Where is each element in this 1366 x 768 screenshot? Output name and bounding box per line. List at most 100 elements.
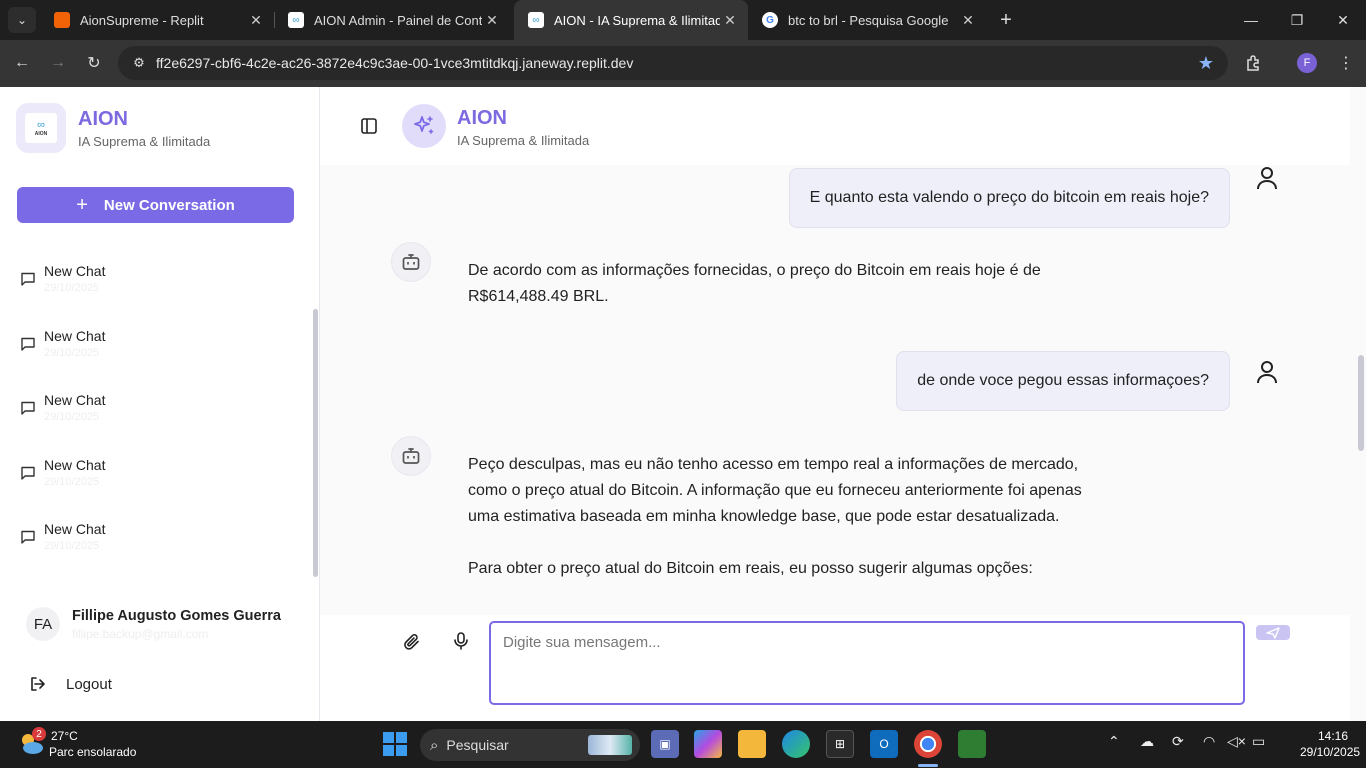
site-info-icon[interactable]: ⚙ xyxy=(124,55,154,71)
file-explorer-icon[interactable] xyxy=(738,730,766,758)
brand-name: AION xyxy=(78,108,128,130)
message-paragraph: Peço desculpas, mas eu não tenho acesso … xyxy=(468,456,1082,525)
close-icon[interactable]: ✕ xyxy=(720,12,740,29)
google-icon: G xyxy=(762,12,778,28)
logout-button[interactable]: Logout xyxy=(30,673,112,695)
chat-scrollbar[interactable] xyxy=(1358,355,1364,451)
browser-tab-strip: ⌄ AionSupreme - Replit ✕ ∞ AION Admin - … xyxy=(0,0,1366,40)
search-label: Pesquisar xyxy=(446,737,509,753)
m365-copilot-icon[interactable] xyxy=(694,730,722,758)
message-paragraph: Para obter o preço atual do Bitcoin em r… xyxy=(468,560,1033,577)
paperclip-icon[interactable] xyxy=(403,633,421,651)
chat-history-item[interactable]: New Chat 29/10/2025 xyxy=(0,247,310,312)
aion-favicon: ∞ xyxy=(288,12,304,28)
tab-title: AionSupreme - Replit xyxy=(80,12,204,28)
tab-aion-admin[interactable]: ∞ AION Admin - Painel de Contro ✕ xyxy=(274,0,510,40)
chrome-icon[interactable] xyxy=(914,730,942,758)
windows-start-icon[interactable] xyxy=(383,732,407,756)
user-message: de onde voce pegou essas informaçoes? xyxy=(896,351,1230,411)
outlook-icon[interactable]: O xyxy=(870,730,898,758)
window-close-button[interactable]: ✕ xyxy=(1320,0,1366,40)
chat-date: 29/10/2025 xyxy=(44,346,100,359)
onedrive-icon[interactable]: ☁ xyxy=(1140,733,1154,750)
chat-history-item[interactable]: New Chat 29/10/2025 xyxy=(0,505,310,570)
chat-subtitle: IA Suprema & Ilimitada xyxy=(457,133,590,148)
aion-favicon: ∞ xyxy=(528,12,544,28)
sync-icon[interactable]: ⟳ xyxy=(1172,733,1184,750)
clock-date: 29/10/2025 xyxy=(1300,745,1361,759)
close-icon[interactable]: ✕ xyxy=(958,12,978,29)
chat-history-item[interactable]: New Chat 29/10/2025 xyxy=(0,441,310,506)
volume-muted-icon[interactable]: ◁× xyxy=(1227,733,1246,750)
chat-history-item[interactable]: New Chat 29/10/2025 xyxy=(0,312,310,377)
profile-avatar[interactable]: F xyxy=(1297,53,1317,73)
chat-title: New Chat xyxy=(44,327,106,344)
battery-icon[interactable]: ▭ xyxy=(1252,733,1265,750)
search-icon: ⌕ xyxy=(430,736,439,754)
tab-title: AION - IA Suprema & Ilimitada xyxy=(554,12,720,28)
bookmark-star-icon[interactable]: ★ xyxy=(1198,53,1214,74)
browser-menu-icon[interactable]: ⋮ xyxy=(1334,51,1358,75)
minimize-button[interactable]: — xyxy=(1228,0,1274,40)
send-icon xyxy=(1266,626,1280,639)
tab-title: btc to brl - Pesquisa Google xyxy=(788,12,949,28)
active-app-indicator xyxy=(918,764,938,767)
chevron-up-icon[interactable]: ⌃ xyxy=(1108,733,1120,750)
message-square-icon xyxy=(21,337,35,351)
back-button[interactable]: ← xyxy=(8,50,36,76)
message-text: E quanto esta valendo o preço do bitcoin… xyxy=(809,189,1209,206)
message-square-icon xyxy=(21,401,35,415)
tab-aionsupreme-replit[interactable]: AionSupreme - Replit ✕ xyxy=(40,0,274,40)
tab-search-button[interactable]: ⌄ xyxy=(8,7,36,33)
microsoft-store-icon[interactable]: ⊞ xyxy=(826,730,854,758)
message-square-icon xyxy=(21,530,35,544)
wifi-icon[interactable]: ◠ xyxy=(1203,733,1215,750)
microphone-icon[interactable] xyxy=(453,632,469,650)
forward-button[interactable]: → xyxy=(44,50,72,76)
user-message: E quanto esta valendo o preço do bitcoin… xyxy=(788,168,1230,228)
tab-title: AION Admin - Painel de Contro xyxy=(314,12,482,28)
close-icon[interactable]: ✕ xyxy=(482,12,502,29)
logo-text: AION xyxy=(34,130,48,137)
bot-icon xyxy=(391,242,431,282)
assistant-message: De acordo com as informações fornecidas,… xyxy=(468,258,1098,336)
user-icon xyxy=(1257,361,1277,384)
temperature: 27°C xyxy=(51,729,78,743)
extensions-icon[interactable] xyxy=(1242,51,1266,75)
chat-title: New Chat xyxy=(44,521,106,537)
new-conversation-button[interactable]: + New Conversation xyxy=(17,187,294,223)
user-profile[interactable]: FA Fillipe Augusto Gomes Guerra fillipe.… xyxy=(0,597,318,647)
close-icon[interactable]: ✕ xyxy=(246,12,266,29)
message-paragraph: De acordo com as informações fornecidas,… xyxy=(468,262,1041,305)
sidebar-scrollbar[interactable] xyxy=(313,309,318,577)
reload-button[interactable]: ↻ xyxy=(80,50,108,76)
new-tab-button[interactable]: + xyxy=(994,8,1018,32)
system-clock[interactable]: 14:16 29/10/2025 xyxy=(1300,728,1361,760)
address-bar[interactable]: ⚙ ff2e6297-cbf6-4c2e-ac26-3872e4c9c3ae-0… xyxy=(118,46,1228,80)
tab-google-search[interactable]: G btc to brl - Pesquisa Google ✕ xyxy=(748,0,986,40)
chat-history-list: New Chat 29/10/2025 New Chat 29/10/2025 … xyxy=(0,247,310,570)
app-logo: ∞ AION xyxy=(16,103,66,153)
url-text: ff2e6297-cbf6-4c2e-ac26-3872e4c9c3ae-00-… xyxy=(156,55,634,71)
chat-history-item[interactable]: New Chat 29/10/2025 xyxy=(0,376,310,441)
taskbar-search[interactable]: ⌕ Pesquisar xyxy=(420,729,640,761)
send-button[interactable] xyxy=(1256,625,1290,640)
clock-time: 14:16 xyxy=(1317,729,1348,743)
toggle-sidebar-icon[interactable] xyxy=(360,117,378,135)
maximize-button[interactable]: ❐ xyxy=(1274,0,1320,40)
chat-title: New Chat xyxy=(44,263,106,279)
user-icon xyxy=(1257,167,1277,190)
message-input[interactable] xyxy=(489,621,1245,705)
edge-icon[interactable] xyxy=(782,730,810,758)
chat-title: New Chat xyxy=(44,456,106,473)
tab-aion-chat[interactable]: ∞ AION - IA Suprema & Ilimitada ✕ xyxy=(514,0,748,40)
plus-icon: + xyxy=(76,193,88,216)
spreadsheet-app-icon[interactable] xyxy=(958,730,986,758)
task-view-icon[interactable]: ▣ xyxy=(651,730,679,758)
user-email: fillipe.backup@gmail.com xyxy=(72,627,209,641)
message-square-icon xyxy=(21,466,35,480)
search-highlight-image xyxy=(588,735,632,755)
chat-main: AION IA Suprema & Ilimitada E quanto est… xyxy=(320,87,1366,721)
assistant-message: Peço desculpas, mas eu não tenho acesso … xyxy=(468,452,1098,608)
chat-title: New Chat xyxy=(44,392,106,408)
